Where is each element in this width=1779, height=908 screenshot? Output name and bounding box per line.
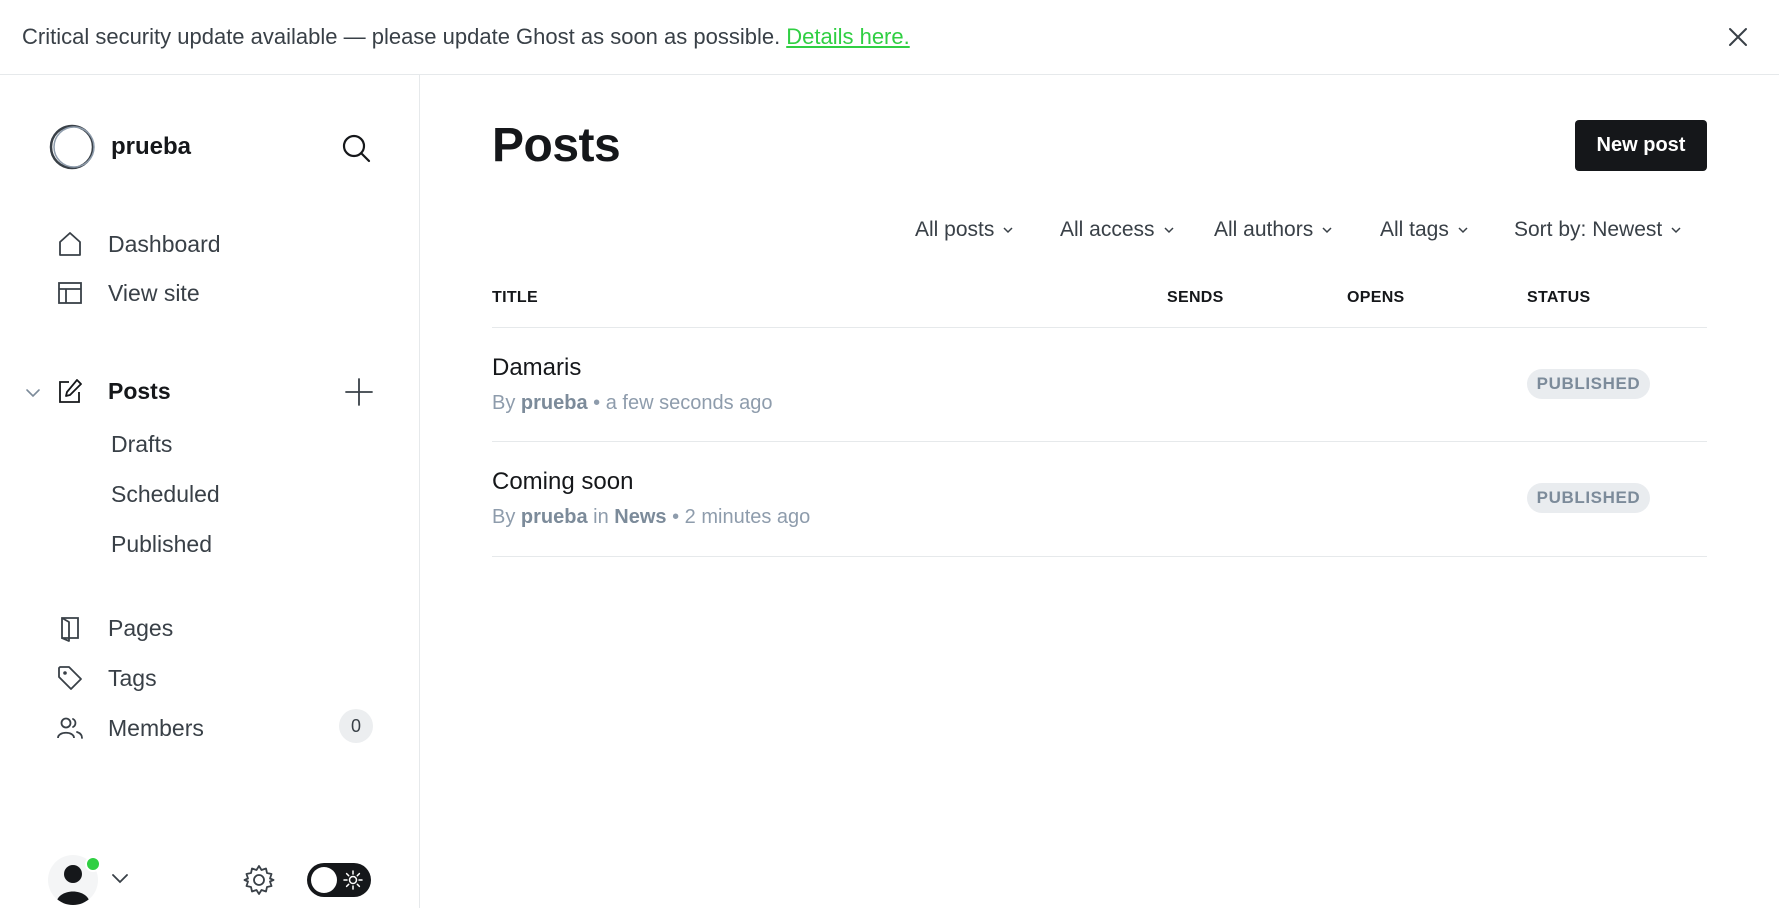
table-divider bbox=[492, 556, 1707, 557]
page-title: Posts bbox=[492, 119, 621, 172]
post-meta-in: in bbox=[593, 506, 609, 528]
nav-pages[interactable]: Pages bbox=[56, 608, 173, 648]
site-logo-icon[interactable] bbox=[48, 123, 96, 171]
chevron-down-icon bbox=[1458, 227, 1468, 234]
close-icon[interactable] bbox=[1723, 22, 1753, 52]
post-author: prueba bbox=[520, 392, 588, 414]
post-time: • 2 minutes ago bbox=[672, 506, 811, 528]
nav-tags-label: Tags bbox=[108, 664, 157, 691]
chevron-down-icon bbox=[1164, 227, 1174, 234]
status-badge: PUBLISHED bbox=[1527, 369, 1650, 399]
post-time: • a few seconds ago bbox=[593, 392, 773, 414]
column-header-opens: OPENS bbox=[1347, 289, 1405, 306]
nav-dashboard-label: Dashboard bbox=[108, 230, 221, 257]
filter-authors[interactable]: All authors bbox=[1214, 218, 1333, 242]
banner-details-link[interactable]: Details here. bbox=[786, 24, 910, 50]
nav-dashboard[interactable]: Dashboard bbox=[56, 224, 221, 264]
column-header-title: TITLE bbox=[492, 289, 538, 306]
post-tag: News bbox=[614, 506, 667, 528]
members-count-badge: 0 bbox=[339, 709, 373, 743]
nav-members-label: Members bbox=[108, 714, 204, 741]
plus-icon[interactable] bbox=[344, 377, 374, 407]
nav-posts-label: Posts bbox=[108, 377, 171, 404]
new-post-button[interactable]: New post bbox=[1575, 120, 1707, 171]
chevron-down-icon bbox=[1003, 227, 1013, 234]
sort-order[interactable]: Sort by: Newest bbox=[1514, 218, 1682, 242]
nav-tags[interactable]: Tags bbox=[56, 658, 157, 698]
table-divider bbox=[492, 441, 1707, 442]
status-badge: PUBLISHED bbox=[1527, 483, 1650, 513]
filter-access-label: All access bbox=[1060, 218, 1155, 241]
sort-order-label: Sort by: Newest bbox=[1514, 218, 1663, 241]
tag-icon bbox=[56, 664, 84, 692]
filter-post-type-label: All posts bbox=[915, 218, 995, 241]
chevron-down-icon[interactable] bbox=[24, 384, 42, 402]
post-title[interactable]: Coming soon bbox=[492, 468, 633, 496]
nav-published[interactable]: Published bbox=[111, 531, 212, 558]
post-meta: By prueba in News • 2 minutes ago bbox=[492, 506, 810, 529]
post-meta-by: By bbox=[492, 506, 516, 528]
post-meta: By prueba • a few seconds ago bbox=[492, 392, 773, 415]
chevron-down-icon bbox=[1671, 227, 1681, 234]
security-banner: Critical security update available — ple… bbox=[0, 0, 1779, 75]
filter-authors-label: All authors bbox=[1214, 218, 1314, 241]
edit-icon bbox=[56, 377, 84, 405]
nav-members[interactable]: Members bbox=[56, 708, 204, 748]
column-header-status: STATUS bbox=[1527, 289, 1591, 306]
column-header-sends: SENDS bbox=[1167, 289, 1224, 306]
page-icon bbox=[56, 614, 84, 642]
chevron-down-icon bbox=[1322, 227, 1332, 234]
post-meta-by: By bbox=[492, 392, 516, 414]
sun-icon bbox=[343, 870, 363, 890]
search-icon[interactable] bbox=[338, 130, 374, 166]
toggle-knob bbox=[311, 867, 337, 893]
site-name[interactable]: prueba bbox=[111, 133, 191, 161]
nav-pages-label: Pages bbox=[108, 614, 174, 641]
nav-view-site[interactable]: View site bbox=[56, 273, 200, 313]
filter-access[interactable]: All access bbox=[1060, 218, 1175, 242]
filter-post-type[interactable]: All posts bbox=[915, 218, 1014, 242]
filter-tags[interactable]: All tags bbox=[1380, 218, 1469, 242]
post-author: prueba bbox=[520, 506, 588, 528]
nav-scheduled[interactable]: Scheduled bbox=[111, 481, 220, 508]
filter-tags-label: All tags bbox=[1380, 218, 1449, 241]
nav-posts[interactable]: Posts bbox=[56, 371, 171, 411]
layout-icon bbox=[56, 279, 84, 307]
nav-drafts[interactable]: Drafts bbox=[111, 431, 172, 458]
online-status-dot bbox=[85, 856, 101, 872]
nav-view-site-label: View site bbox=[108, 279, 200, 306]
users-icon bbox=[56, 714, 84, 742]
gear-icon[interactable] bbox=[242, 863, 276, 897]
chevron-down-icon[interactable] bbox=[110, 868, 130, 888]
home-icon bbox=[56, 230, 84, 258]
sidebar: prueba Dashboard View site Posts Drafts … bbox=[0, 75, 420, 908]
theme-toggle[interactable] bbox=[307, 863, 371, 897]
banner-message: Critical security update available — ple… bbox=[22, 24, 781, 49]
table-divider bbox=[492, 327, 1707, 328]
post-title[interactable]: Damaris bbox=[492, 354, 581, 382]
